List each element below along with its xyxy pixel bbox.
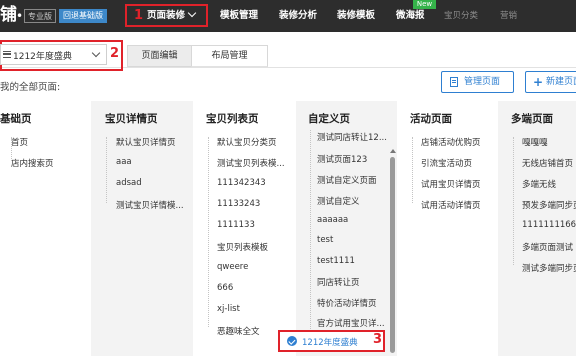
- page-item[interactable]: 店铺活动优购页: [419, 136, 497, 148]
- page-item[interactable]: 1111133: [215, 220, 295, 230]
- page-item[interactable]: 测试自定义: [315, 195, 387, 207]
- page-item[interactable]: 同店转让页: [315, 276, 387, 288]
- column-title: 自定义页: [308, 113, 350, 125]
- page-item[interactable]: 测试多端同步页: [520, 262, 576, 274]
- column-multi-end: 多端页面 嘎嘎嘎 无线店铺首页 多端无线 预发多端同步页 11111111666…: [498, 101, 576, 356]
- nav-category[interactable]: 宝贝分类: [444, 0, 478, 32]
- nav-decor-template[interactable]: 装修模板: [337, 0, 375, 32]
- page-select-dropdown[interactable]: 1212年度盛典: [0, 44, 107, 65]
- page-item[interactable]: 11133243: [215, 199, 295, 209]
- page-item[interactable]: 111342343: [215, 178, 295, 188]
- page-item[interactable]: 11111111666666: [520, 220, 576, 230]
- tree-line: [208, 137, 209, 327]
- new-page-label: 新建页面: [546, 77, 576, 87]
- page-item[interactable]: 测试页面123: [315, 153, 387, 165]
- page-item[interactable]: 测试自定义页面: [315, 174, 387, 186]
- page-item[interactable]: 预发多端同步页: [520, 199, 576, 211]
- page-item[interactable]: 店内搜索页: [9, 157, 89, 169]
- check-circle-icon: [287, 336, 297, 346]
- column-basic: 基础页 首页 店内搜索页: [0, 101, 91, 356]
- page-item[interactable]: 测试同店转让12...: [315, 131, 387, 143]
- plus-icon: +: [533, 75, 544, 89]
- column-title: 多端页面: [511, 113, 553, 125]
- page-item[interactable]: 特价活动详情页: [315, 297, 387, 309]
- pro-edition-badge: 专业版: [24, 9, 56, 23]
- tree-line: [106, 137, 107, 203]
- selected-page-item[interactable]: 1212年度盛典: [278, 330, 385, 352]
- page-item[interactable]: 测试宝贝列表模...: [215, 157, 295, 169]
- page-item[interactable]: test: [315, 235, 387, 245]
- column-title: 活动页面: [410, 113, 452, 125]
- page-item[interactable]: 试用活动详情页: [419, 199, 497, 211]
- page-item[interactable]: 测试宝贝详情模...: [114, 199, 192, 211]
- page-item[interactable]: 默认宝贝详情页: [114, 136, 192, 148]
- page-select-value: 1212年度盛典: [13, 52, 72, 62]
- page-item[interactable]: qweere: [215, 262, 295, 272]
- nav-marketing[interactable]: 营销: [500, 0, 517, 32]
- page-item[interactable]: 官方试用宝贝详...: [315, 317, 387, 329]
- page-item[interactable]: xj-list: [215, 304, 295, 314]
- page-item[interactable]: aaa: [114, 157, 192, 167]
- selected-page-label: 1212年度盛典: [302, 338, 358, 348]
- page-item[interactable]: adsad: [114, 178, 192, 188]
- page-item[interactable]: 多端无线: [520, 178, 576, 190]
- page-item[interactable]: 宝贝列表模板: [215, 241, 295, 253]
- page-columns: 基础页 首页 店内搜索页 宝贝详情页 默认宝贝详情页 aaa adsad 测试宝…: [0, 101, 576, 356]
- marker-3: 3: [373, 332, 383, 347]
- tab-layout-mgmt[interactable]: 布局管理: [191, 45, 268, 67]
- marker-2: 2: [110, 46, 120, 61]
- brand-logo: 铺: [0, 5, 17, 25]
- column-title: 宝贝列表页: [206, 113, 259, 125]
- new-page-button[interactable]: + 新建页面: [525, 71, 576, 93]
- page-item[interactable]: 无线店铺首页: [520, 157, 576, 169]
- document-icon: [450, 77, 458, 87]
- chevron-down-icon: [91, 48, 101, 58]
- page-item[interactable]: 试用宝贝详情页: [419, 178, 497, 190]
- menu-icon: [3, 51, 11, 58]
- column-item-list: 宝贝列表页 默认宝贝分类页 测试宝贝列表模... 111342343 11133…: [193, 101, 296, 356]
- tree-line: [513, 137, 514, 265]
- page-item[interactable]: 默认宝贝分类页: [215, 136, 295, 148]
- scroll-up-icon[interactable]: [390, 149, 396, 153]
- nav-decor-analysis[interactable]: 装修分析: [279, 0, 317, 32]
- page-item[interactable]: aaaaaa: [315, 215, 387, 225]
- revert-basic-button[interactable]: 回退基础版: [59, 9, 107, 23]
- page-item[interactable]: 多端页面测试: [520, 241, 576, 253]
- top-navbar: 铺 • 专业版 回退基础版 1 页面装修 模板管理 装修分析 装修模板 微海报 …: [0, 0, 576, 32]
- column-title: 宝贝详情页: [105, 113, 158, 125]
- page-item[interactable]: 首页: [9, 136, 89, 148]
- scroll-thumb[interactable]: [390, 157, 395, 353]
- all-pages-label: 我的全部页面:: [0, 82, 61, 93]
- column-activity: 活动页面 店铺活动优购页 引流宝活动页 试用宝贝详情页 试用活动详情页: [397, 101, 498, 356]
- page-item[interactable]: 嘎嘎嘎: [520, 136, 576, 148]
- tab-page-edit[interactable]: 页面编辑: [127, 45, 192, 67]
- nav-template-mgmt[interactable]: 模板管理: [220, 0, 258, 32]
- custom-column-scrollbar[interactable]: [388, 125, 396, 356]
- tree-line: [310, 130, 311, 345]
- tree-line: [412, 137, 413, 203]
- page-root: 铺 • 专业版 回退基础版 1 页面装修 模板管理 装修分析 装修模板 微海报 …: [0, 0, 576, 356]
- brand-separator: •: [16, 9, 24, 23]
- page-item[interactable]: 666: [215, 283, 295, 293]
- column-title: 基础页: [0, 113, 32, 125]
- manage-pages-label: 管理页面: [464, 77, 501, 87]
- page-item[interactable]: test1111: [315, 256, 387, 266]
- column-item-detail: 宝贝详情页 默认宝贝详情页 aaa adsad 测试宝贝详情模...: [91, 101, 193, 356]
- column-custom: 自定义页 测试同店转让12... 测试页面123 测试自定义页面 测试自定义 a…: [296, 101, 397, 356]
- nav-active-highlight: [125, 4, 208, 27]
- manage-pages-button[interactable]: 管理页面: [441, 71, 514, 93]
- new-badge: New: [413, 0, 436, 9]
- page-item[interactable]: 引流宝活动页: [419, 157, 497, 169]
